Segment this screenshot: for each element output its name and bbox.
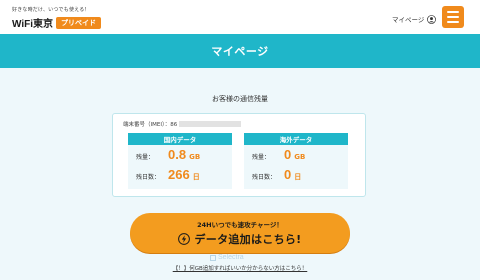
page-title: マイページ: [211, 45, 269, 58]
domestic-remaining-row: 残量： 0.8 GB: [128, 145, 232, 165]
usage-card: 端末番号（IMEI）：86 国内データ 残量： 0.8 GB 残日数： 266 …: [112, 113, 366, 197]
imei-row: 端末番号（IMEI）：86: [123, 120, 242, 128]
usage-section-title: お客様の通信残量: [212, 95, 268, 103]
logo-text: WiFi東京: [12, 19, 54, 30]
overseas-days-unit: 日: [294, 173, 302, 181]
overseas-remaining-label: 残量：: [252, 154, 271, 161]
domestic-data-heading: 国内データ: [128, 133, 232, 145]
hamburger-menu-button[interactable]: [442, 6, 464, 28]
overseas-data-box: 海外データ 残量： 0 GB 残日数： 0 日: [244, 133, 348, 189]
domestic-days-unit: 日: [192, 173, 200, 181]
site-logo[interactable]: 好きな時だけ、いつでも使える！ WiFi東京 プリペイド: [12, 6, 102, 30]
page-title-band: マイページ: [0, 34, 480, 68]
mypage-link[interactable]: マイページ: [392, 14, 437, 24]
mypage-link-label: マイページ: [392, 16, 425, 24]
domestic-remaining-label: 残量：: [136, 154, 155, 161]
add-data-button[interactable]: 24Hいつでも速攻チャージ！ データ追加はこちら!: [130, 213, 350, 253]
overseas-remaining-unit: GB: [294, 153, 306, 161]
domestic-data-box: 国内データ 残量： 0.8 GB 残日数： 266 日: [128, 133, 232, 189]
domestic-days-row: 残日数： 266 日: [128, 165, 232, 185]
watermark-text: Selectra: [218, 254, 244, 261]
overseas-data-heading: 海外データ: [244, 133, 348, 145]
watermark-logo-mark: [210, 254, 216, 261]
domestic-remaining-unit: GB: [189, 153, 201, 161]
logo-row: WiFi東京 プリペイド: [12, 15, 102, 30]
domestic-days-label: 残日数：: [136, 174, 161, 181]
overseas-days-row: 残日数： 0 日: [244, 165, 348, 185]
domestic-days-value: 266: [168, 167, 190, 182]
site-header: 好きな時だけ、いつでも使える！ WiFi東京 プリペイド マイページ: [0, 0, 480, 34]
hamburger-menu-icon-bar: [447, 21, 459, 23]
logo-tagline: 好きな時だけ、いつでも使える！: [12, 7, 90, 13]
add-data-main-label: データ追加はこちら!: [194, 233, 302, 246]
selectra-watermark: Selectra: [210, 254, 244, 261]
overseas-remaining-row: 残量： 0 GB: [244, 145, 348, 165]
add-data-sub-label: 24Hいつでも速攻チャージ！: [197, 221, 283, 229]
data-amount-help-link[interactable]: 【！】何GB追加すればいいか分からない方はこちら！: [0, 264, 480, 272]
domestic-remaining-value: 0.8: [168, 147, 187, 162]
hamburger-menu-icon: [447, 11, 459, 13]
imei-redaction: [179, 121, 242, 127]
user-circle-icon: [427, 14, 437, 24]
logo-badge: プリペイド: [56, 16, 102, 29]
imei-label: 端末番号（IMEI）：86: [123, 122, 178, 128]
add-data-main-row: データ追加はこちら!: [178, 231, 301, 247]
lightning-bolt-icon: [178, 233, 191, 245]
hamburger-menu-icon-bar: [447, 16, 459, 18]
overseas-days-value: 0: [284, 167, 292, 182]
overseas-days-label: 残日数：: [252, 174, 277, 181]
overseas-remaining-value: 0: [284, 147, 292, 162]
